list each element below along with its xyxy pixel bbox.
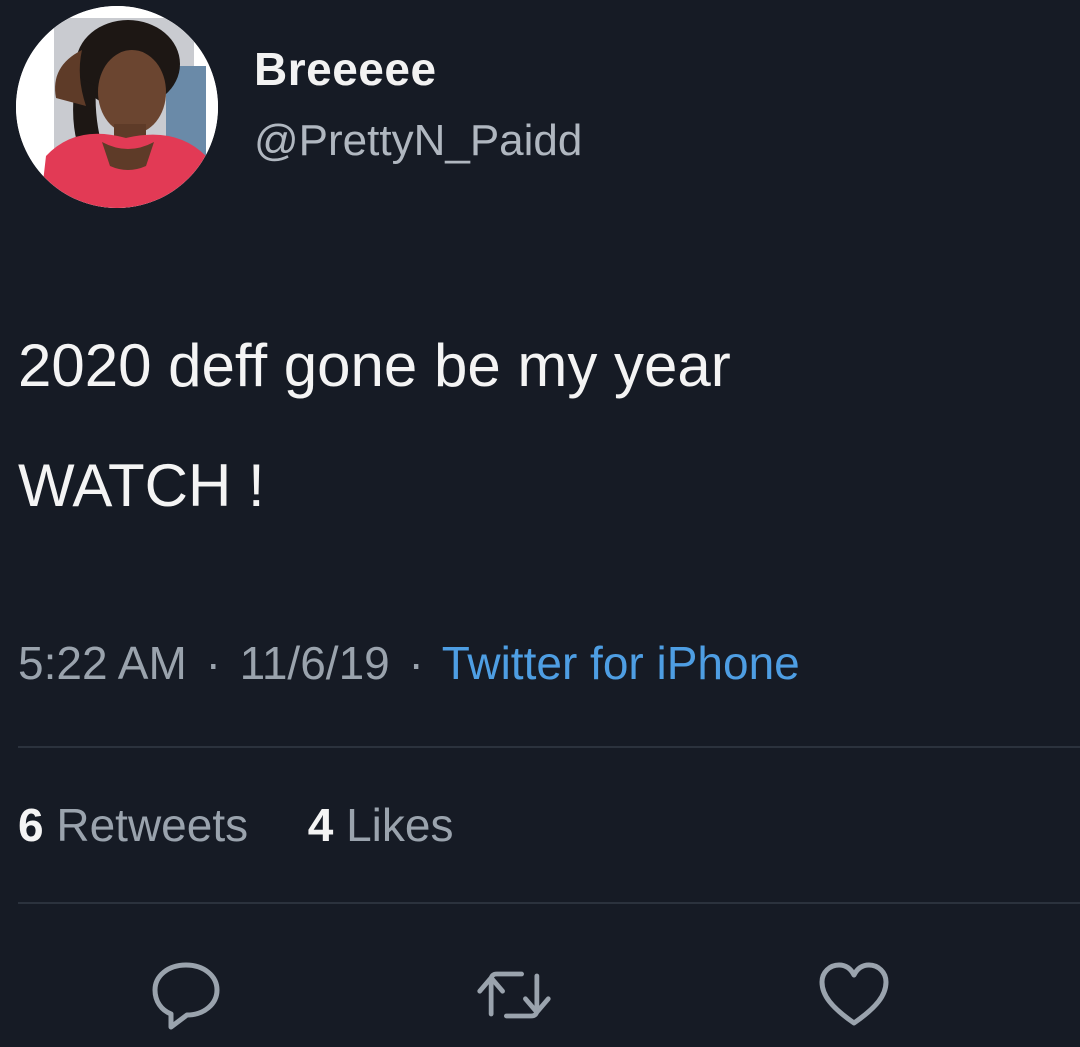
tweet-card: Breeeee @PrettyN_Paidd 2020 deff gone be… [0,0,1080,1047]
tweet-source-link[interactable]: Twitter for iPhone [442,637,800,689]
retweets-count: 6 [18,799,44,851]
retweets-stat[interactable]: 6 Retweets [18,799,261,851]
display-name[interactable]: Breeeee [254,42,437,96]
meta-separator: · [205,637,221,689]
retweet-icon [477,971,551,1019]
tweet-stats: 6 Retweets 4 Likes [18,798,453,852]
likes-label: Likes [346,799,454,851]
tweet-text: 2020 deff gone be my year WATCH ! [18,306,1068,546]
likes-stat[interactable]: 4 Likes [308,799,454,851]
heart-icon [819,962,889,1026]
meta-separator: · [408,637,424,689]
tweet-text-line: 2020 deff gone be my year [18,332,731,399]
user-handle[interactable]: @PrettyN_Paidd [254,116,582,166]
retweets-label: Retweets [56,799,249,851]
profile-photo-icon [16,6,218,208]
divider [18,902,1080,904]
reply-button[interactable] [146,955,226,1035]
tweet-text-line: WATCH ! [18,452,265,519]
likes-count: 4 [307,799,334,851]
tweet-date[interactable]: 11/6/19 [240,637,390,689]
avatar[interactable] [16,6,218,208]
like-button[interactable] [814,955,894,1035]
reply-icon [152,962,220,1030]
divider [18,746,1080,748]
retweet-button[interactable] [474,955,554,1035]
tweet-time[interactable]: 5:22 AM [18,637,187,689]
tweet-meta: 5:22 AM · 11/6/19 · Twitter for iPhone [18,636,800,690]
